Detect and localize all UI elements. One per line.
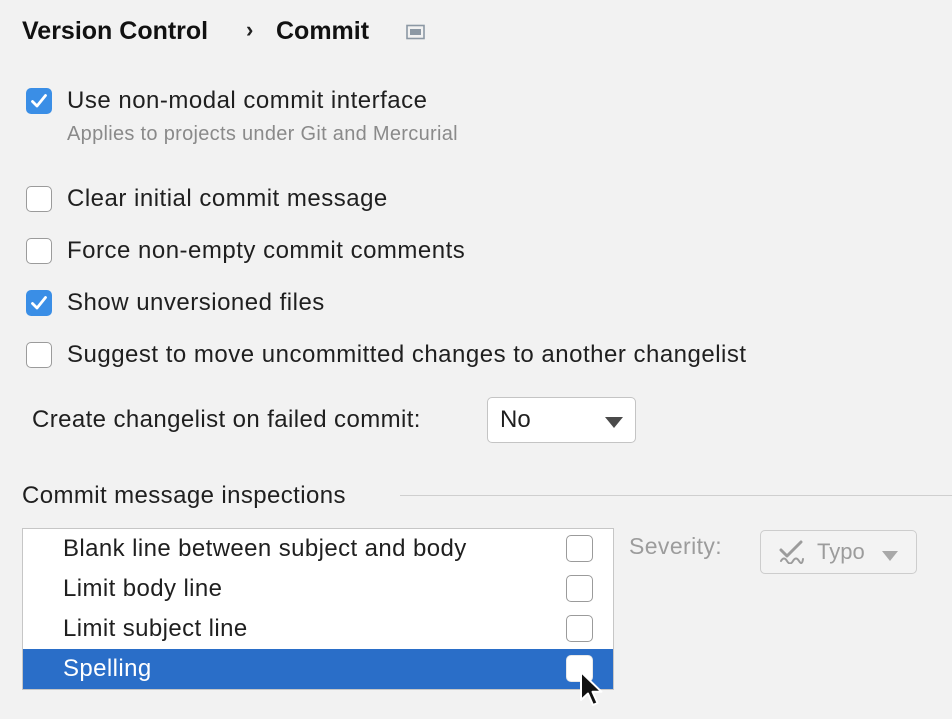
inspection-label: Spelling: [63, 655, 152, 682]
inspections-list[interactable]: Blank line between subject and body Limi…: [22, 528, 614, 690]
non-modal-hint: Applies to projects under Git and Mercur…: [67, 123, 458, 145]
option-force-non-empty[interactable]: Force non-empty commit comments: [26, 236, 465, 266]
non-modal-label: Use non-modal commit interface: [67, 87, 428, 114]
section-divider: [400, 495, 952, 496]
mouse-pointer-icon: [578, 670, 604, 710]
window-pin-icon[interactable]: [406, 24, 426, 40]
severity-label: Severity:: [629, 533, 723, 559]
option-show-unversioned[interactable]: Show unversioned files: [26, 288, 325, 318]
changelist-dropdown[interactable]: No: [487, 397, 636, 443]
show-unversioned-label: Show unversioned files: [67, 289, 325, 316]
breadcrumb-separator: ›: [246, 17, 254, 42]
inspection-label: Limit subject line: [63, 615, 248, 642]
suggest-move-label: Suggest to move uncommitted changes to a…: [67, 341, 747, 368]
typo-icon: [779, 540, 805, 569]
option-non-modal-commit[interactable]: Use non-modal commit interface: [26, 86, 427, 116]
clear-initial-label: Clear initial commit message: [67, 185, 388, 212]
breadcrumb-version-control[interactable]: Version Control: [22, 12, 208, 50]
inspection-label: Limit body line: [63, 575, 223, 602]
show-unversioned-checkbox[interactable]: [26, 290, 52, 316]
inspection-row-limit-body[interactable]: Limit body line: [23, 569, 613, 609]
changelist-label: Create changelist on failed commit:: [32, 406, 421, 433]
severity-value: Typo: [817, 539, 865, 564]
option-clear-initial-message[interactable]: Clear initial commit message: [26, 184, 388, 214]
clear-initial-checkbox[interactable]: [26, 186, 52, 212]
option-suggest-move[interactable]: Suggest to move uncommitted changes to a…: [26, 340, 747, 370]
force-non-empty-checkbox[interactable]: [26, 238, 52, 264]
non-modal-checkbox[interactable]: [26, 88, 52, 114]
inspections-section-title: Commit message inspections: [22, 482, 346, 509]
suggest-move-checkbox[interactable]: [26, 342, 52, 368]
chevron-down-icon: [882, 548, 898, 566]
inspection-label: Blank line between subject and body: [63, 535, 467, 562]
inspection-checkbox[interactable]: [566, 575, 593, 602]
inspection-checkbox[interactable]: [566, 535, 593, 562]
inspection-row-blank-line[interactable]: Blank line between subject and body: [23, 529, 613, 569]
chevron-down-icon: [605, 415, 623, 433]
force-non-empty-label: Force non-empty commit comments: [67, 237, 466, 264]
inspection-checkbox[interactable]: [566, 615, 593, 642]
inspection-row-spelling[interactable]: Spelling: [23, 649, 613, 689]
inspection-row-limit-subject[interactable]: Limit subject line: [23, 609, 613, 649]
page-title: Commit: [276, 17, 370, 45]
changelist-value: No: [500, 406, 531, 433]
severity-dropdown[interactable]: Typo: [760, 530, 917, 574]
